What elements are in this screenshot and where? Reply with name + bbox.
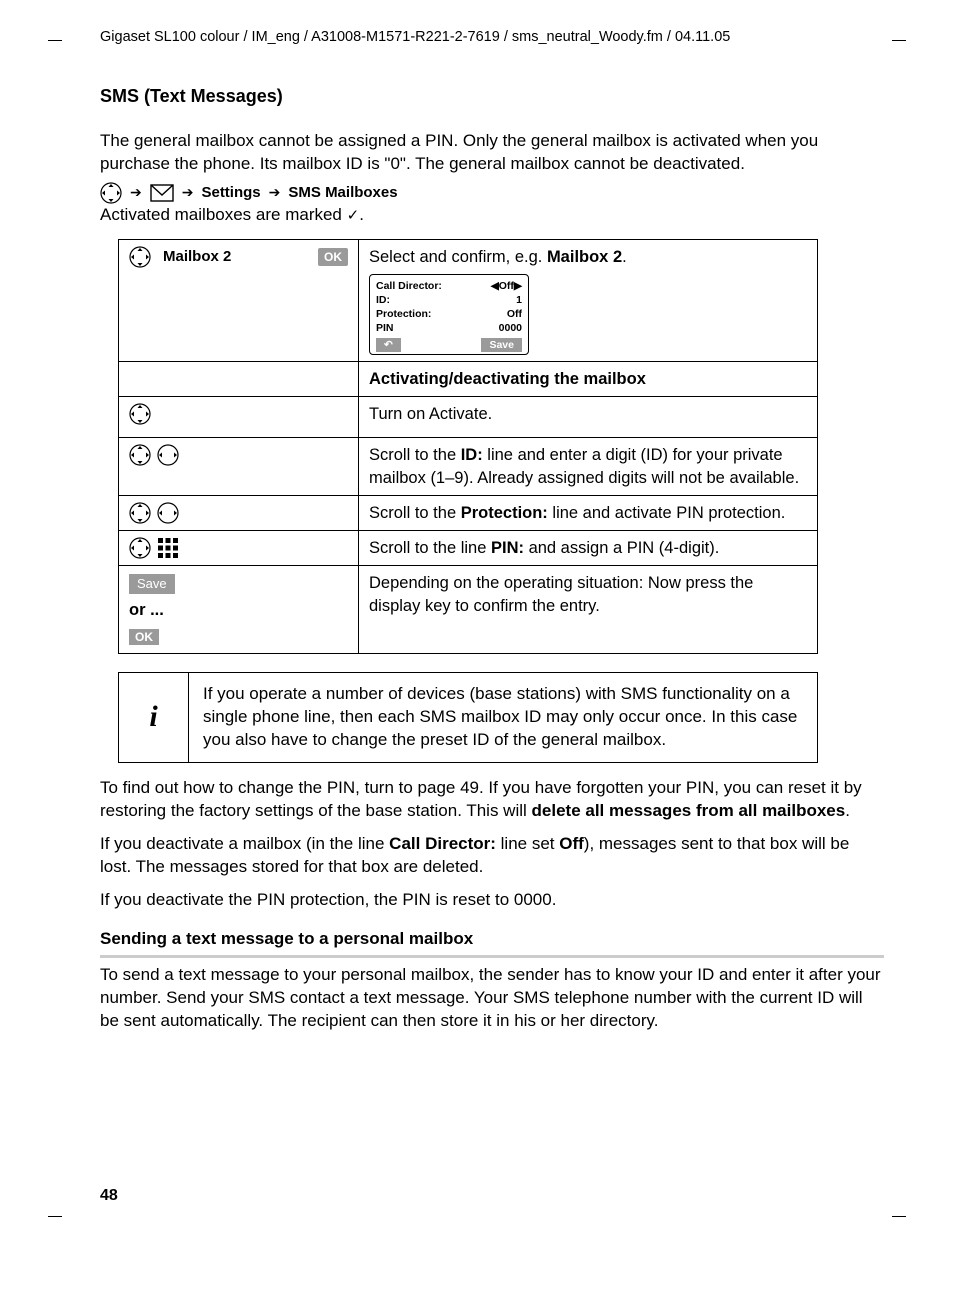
ok-softkey: OK bbox=[318, 248, 348, 266]
arrow-icon: ➔ bbox=[130, 183, 142, 202]
procedure-table: Mailbox 2 OK Select and confirm, e.g. Ma… bbox=[118, 239, 818, 655]
nav-control-icon bbox=[100, 182, 122, 204]
info-box: i If you operate a number of devices (ba… bbox=[118, 672, 818, 763]
activating-subheader: Activating/deactivating the mailbox bbox=[369, 370, 646, 388]
menu-settings: Settings bbox=[201, 183, 260, 203]
check-icon: ✓ bbox=[347, 207, 360, 224]
arrow-icon: ➔ bbox=[182, 183, 194, 202]
select-confirm-text: Select and confirm, e.g. Mailbox 2. bbox=[369, 246, 807, 268]
nav-control-icon bbox=[129, 502, 151, 524]
turn-on-text: Turn on Activate. bbox=[359, 397, 818, 438]
page-number: 48 bbox=[100, 1185, 118, 1207]
paragraph-change-pin: To find out how to change the PIN, turn … bbox=[100, 777, 884, 823]
nav-control-icon bbox=[129, 444, 151, 466]
mini-phone-screen: Call Director:◀Off▶ ID:1 Protection:Off … bbox=[369, 274, 529, 355]
doc-header: Gigaset SL100 colour / IM_eng / A31008-M… bbox=[100, 28, 884, 48]
nav-lr-icon bbox=[157, 502, 179, 524]
nav-control-icon bbox=[129, 537, 151, 559]
arrow-icon: ➔ bbox=[269, 183, 281, 202]
manual-page: Gigaset SL100 colour / IM_eng / A31008-M… bbox=[0, 0, 954, 1307]
keypad-icon bbox=[157, 537, 179, 559]
paragraph-deactivate-mailbox: If you deactivate a mailbox (in the line… bbox=[100, 833, 884, 879]
paragraph-deactivate-pin: If you deactivate the PIN protection, th… bbox=[100, 889, 884, 912]
menu-sms-mailboxes: SMS Mailboxes bbox=[288, 183, 397, 203]
or-label: or ... bbox=[129, 601, 164, 619]
envelope-icon bbox=[150, 184, 174, 202]
info-icon: i bbox=[119, 673, 189, 763]
intro-paragraph: The general mailbox cannot be assigned a… bbox=[100, 130, 884, 176]
paragraph-send-personal: To send a text message to your personal … bbox=[100, 964, 884, 1033]
nav-control-icon bbox=[129, 403, 151, 425]
scroll-pin-text: Scroll to the line PIN: and assign a PIN… bbox=[359, 531, 818, 566]
scroll-id-text: Scroll to the ID: line and enter a digit… bbox=[359, 438, 818, 496]
confirm-entry-text: Depending on the operating situation: No… bbox=[359, 566, 818, 654]
menu-path: ➔ ➔ Settings ➔ SMS Mailboxes bbox=[100, 182, 884, 204]
activated-note: Activated mailboxes are marked ✓. bbox=[100, 204, 884, 227]
save-softkey: Save bbox=[129, 574, 175, 594]
scroll-protection-text: Scroll to the Protection: line and activ… bbox=[359, 495, 818, 530]
mailbox-label: Mailbox 2 bbox=[163, 247, 231, 267]
nav-control-icon bbox=[129, 246, 151, 268]
nav-lr-icon bbox=[157, 444, 179, 466]
subsection-title: Sending a text message to a personal mai… bbox=[100, 928, 884, 958]
ok-softkey: OK bbox=[129, 629, 159, 645]
save-softkey: Save bbox=[481, 338, 522, 352]
info-text: If you operate a number of devices (base… bbox=[189, 673, 818, 763]
back-softkey: ↶ bbox=[376, 338, 401, 352]
section-title: SMS (Text Messages) bbox=[100, 84, 884, 108]
